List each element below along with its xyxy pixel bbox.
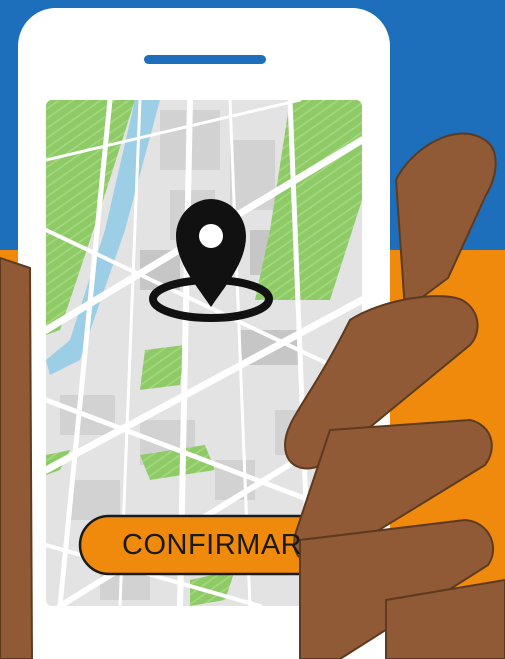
map-park [140,345,185,390]
phone-speaker [144,55,266,64]
illustration [0,0,505,659]
